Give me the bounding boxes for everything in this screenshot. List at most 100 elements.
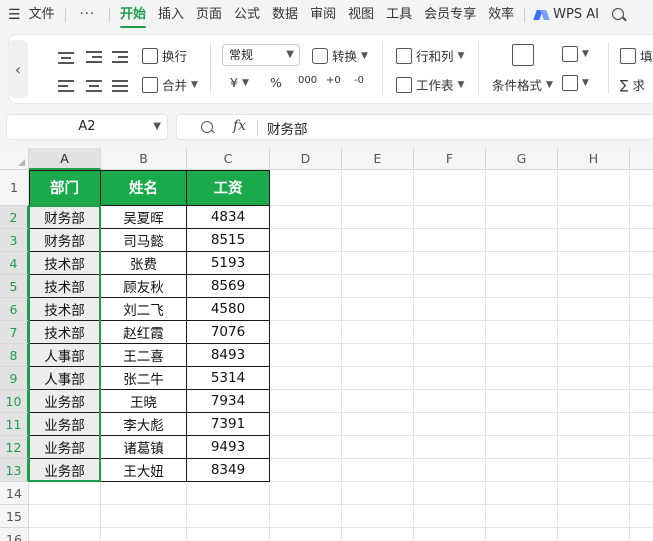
menu-tab-page[interactable]: 页面 — [190, 0, 228, 30]
cell-a7[interactable]: 技术部 — [29, 321, 101, 344]
cell-g13[interactable] — [486, 459, 558, 482]
cell-f16[interactable] — [414, 528, 486, 541]
formula-input-area[interactable]: fx 财务部 — [176, 114, 653, 140]
cell-d1[interactable] — [270, 170, 342, 206]
cell-d14[interactable] — [270, 482, 342, 505]
cell-g14[interactable] — [486, 482, 558, 505]
cell-e10[interactable] — [342, 390, 414, 413]
cell-f13[interactable] — [414, 459, 486, 482]
cell-h11[interactable] — [558, 413, 630, 436]
cell-b16[interactable] — [101, 528, 187, 541]
cell-g11[interactable] — [486, 413, 558, 436]
cell-a3[interactable]: 财务部 — [29, 229, 101, 252]
cell-e14[interactable] — [342, 482, 414, 505]
menu-tab-efficiency[interactable]: 效率 — [482, 0, 520, 30]
cell-a15[interactable] — [29, 505, 101, 528]
cell-c15[interactable] — [187, 505, 270, 528]
cell-g2[interactable] — [486, 206, 558, 229]
cell-e1[interactable] — [342, 170, 414, 206]
column-header-a[interactable]: A — [29, 148, 101, 170]
cell-e16[interactable] — [342, 528, 414, 541]
cell-h1[interactable] — [558, 170, 630, 206]
cell-a1[interactable]: 部门 — [29, 170, 101, 206]
cell-d15[interactable] — [270, 505, 342, 528]
more-menu-button[interactable]: ··· — [70, 0, 105, 30]
cell-g5[interactable] — [486, 275, 558, 298]
cell-a10[interactable]: 业务部 — [29, 390, 101, 413]
cell-g4[interactable] — [486, 252, 558, 275]
hamburger-menu-icon[interactable]: ☰ — [0, 0, 23, 30]
row-header-5[interactable]: 5 — [0, 275, 29, 298]
number-format-select[interactable]: 常规 ▼ — [222, 44, 300, 66]
row-header-4[interactable]: 4 — [0, 252, 29, 275]
indent-decrease-icon[interactable] — [86, 50, 102, 64]
cell-e13[interactable] — [342, 459, 414, 482]
cell-h10[interactable] — [558, 390, 630, 413]
cell-f3[interactable] — [414, 229, 486, 252]
column-header-f[interactable]: F — [414, 148, 486, 170]
cell-g7[interactable] — [486, 321, 558, 344]
cell-h8[interactable] — [558, 344, 630, 367]
cell-d5[interactable] — [270, 275, 342, 298]
cell-h7[interactable] — [558, 321, 630, 344]
cell-a14[interactable] — [29, 482, 101, 505]
cell-c6[interactable]: 4580 — [187, 298, 270, 321]
row-header-16[interactable]: 16 — [0, 528, 29, 541]
menu-tab-member[interactable]: 会员专享 — [418, 0, 482, 30]
thousands-separator-button[interactable]: 000 — [298, 75, 317, 86]
cell-e9[interactable] — [342, 367, 414, 390]
cell-c1[interactable]: 工资 — [187, 170, 270, 206]
cell-b15[interactable] — [101, 505, 187, 528]
cell-g12[interactable] — [486, 436, 558, 459]
cell-d7[interactable] — [270, 321, 342, 344]
menu-file[interactable]: 文件 — [23, 0, 61, 30]
row-header-13[interactable]: 13 — [0, 459, 29, 482]
cell-c9[interactable]: 5314 — [187, 367, 270, 390]
cell-f15[interactable] — [414, 505, 486, 528]
row-header-12[interactable]: 12 — [0, 436, 29, 459]
cell-d16[interactable] — [270, 528, 342, 541]
align-top-icon[interactable] — [58, 50, 74, 64]
row-header-6[interactable]: 6 — [0, 298, 29, 321]
cell-g3[interactable] — [486, 229, 558, 252]
cell-c3[interactable]: 8515 — [187, 229, 270, 252]
rows-columns-button[interactable]: 行和列 ▼ — [396, 46, 464, 65]
menu-tab-formula[interactable]: 公式 — [228, 0, 266, 30]
row-header-8[interactable]: 8 — [0, 344, 29, 367]
cell-b5[interactable]: 顾友秋 — [101, 275, 187, 298]
cell-b9[interactable]: 张二牛 — [101, 367, 187, 390]
cell-h14[interactable] — [558, 482, 630, 505]
cell-c4[interactable]: 5193 — [187, 252, 270, 275]
cell-a11[interactable]: 业务部 — [29, 413, 101, 436]
cell-f2[interactable] — [414, 206, 486, 229]
cell-c12[interactable]: 9493 — [187, 436, 270, 459]
row-header-1[interactable]: 1 — [0, 170, 29, 206]
cell-c2[interactable]: 4834 — [187, 206, 270, 229]
cell-c8[interactable]: 8493 — [187, 344, 270, 367]
cell-f14[interactable] — [414, 482, 486, 505]
decrease-decimal-button[interactable]: -0 — [354, 75, 364, 86]
cell-c7[interactable]: 7076 — [187, 321, 270, 344]
fx-icon[interactable]: fx — [233, 118, 246, 134]
cell-e8[interactable] — [342, 344, 414, 367]
cell-a13[interactable]: 业务部 — [29, 459, 101, 482]
cell-g9[interactable] — [486, 367, 558, 390]
cell-f10[interactable] — [414, 390, 486, 413]
name-box[interactable]: A2 ▼ — [6, 114, 168, 140]
cell-g8[interactable] — [486, 344, 558, 367]
cell-d2[interactable] — [270, 206, 342, 229]
cell-f12[interactable] — [414, 436, 486, 459]
cell-a2[interactable]: 财务部 — [29, 206, 101, 229]
row-header-7[interactable]: 7 — [0, 321, 29, 344]
cell-d4[interactable] — [270, 252, 342, 275]
cell-f4[interactable] — [414, 252, 486, 275]
row-header-10[interactable]: 10 — [0, 390, 29, 413]
formula-value[interactable]: 财务部 — [267, 118, 308, 138]
cell-b14[interactable] — [101, 482, 187, 505]
cell-b8[interactable]: 王二喜 — [101, 344, 187, 367]
cell-e6[interactable] — [342, 298, 414, 321]
cell-h2[interactable] — [558, 206, 630, 229]
cell-a9[interactable]: 人事部 — [29, 367, 101, 390]
wps-ai-button[interactable]: WPS AI — [529, 0, 605, 30]
column-header-b[interactable]: B — [101, 148, 187, 170]
